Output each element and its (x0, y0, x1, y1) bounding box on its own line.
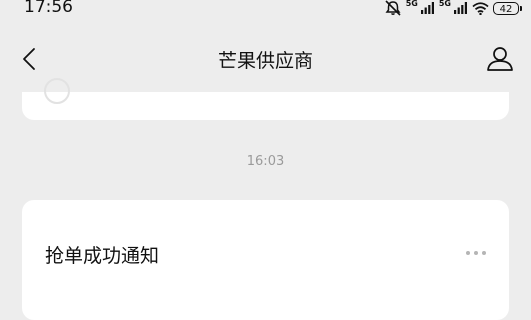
avatar (44, 78, 70, 104)
nav-bar: 芒果供应商 (0, 26, 531, 92)
message-timestamp: 16:03 (246, 154, 285, 169)
mute-icon (384, 0, 402, 16)
message-title: 抢单成功通知 (45, 245, 160, 267)
network-label-1: 5G (405, 0, 418, 8)
dot (474, 251, 478, 255)
dot (466, 251, 470, 255)
signal-icon (454, 2, 468, 14)
battery-icon: 42 (493, 1, 522, 15)
wifi-icon (472, 1, 489, 15)
person-icon (487, 47, 513, 71)
profile-button[interactable] (483, 42, 517, 76)
previous-message-card[interactable] (22, 78, 509, 120)
network-label-2: 5G (438, 0, 451, 8)
dot (482, 251, 486, 255)
more-dots-icon[interactable] (461, 243, 491, 263)
page-title: 芒果供应商 (217, 50, 313, 72)
status-icons: 5G 5G 42 (384, 0, 522, 18)
signal-icon (420, 2, 435, 14)
status-bar: 17:56 5G 5G 42 (0, 0, 531, 26)
status-time: 17:56 (24, 0, 73, 17)
message-card[interactable]: 抢单成功通知 (22, 200, 509, 320)
